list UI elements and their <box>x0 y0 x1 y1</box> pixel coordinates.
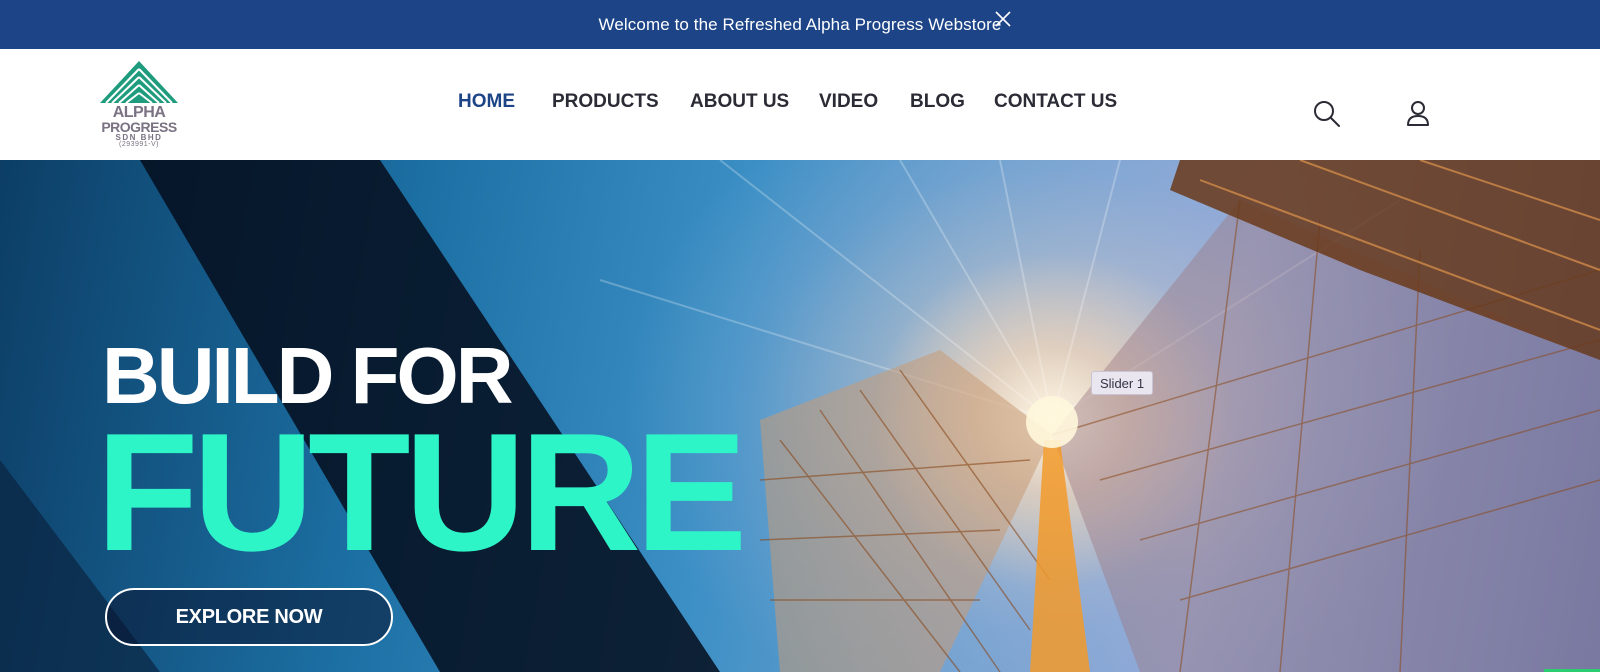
search-icon[interactable] <box>1312 99 1342 129</box>
logo-triangle-icon <box>100 61 178 104</box>
close-icon[interactable] <box>992 8 1014 30</box>
logo-line-registration: (293991-V) <box>118 141 160 148</box>
nav-video[interactable]: VIDEO <box>819 91 878 113</box>
nav-products[interactable]: PRODUCTS <box>552 91 659 113</box>
hero-headline-line2: FUTURE <box>96 398 747 586</box>
announcement-bar: Welcome to the Refreshed Alpha Progress … <box>0 0 1600 49</box>
hero-banner: BUILD FOR FUTURE EXPLORE NOW Slider 1 <box>0 160 1600 672</box>
nav-about-us[interactable]: ABOUT US <box>690 91 789 113</box>
explore-now-button[interactable]: EXPLORE NOW <box>105 588 393 646</box>
slider-label: Slider 1 <box>1091 371 1154 395</box>
site-logo[interactable]: ALPHA PROGRESS SDN BHD (293991-V) <box>96 61 182 151</box>
nav-home[interactable]: HOME <box>458 91 515 113</box>
site-header: ALPHA PROGRESS SDN BHD (293991-V) HOME P… <box>0 49 1600 160</box>
user-icon[interactable] <box>1403 99 1433 129</box>
nav-blog[interactable]: BLOG <box>910 91 965 113</box>
nav-contact-us[interactable]: CONTACT US <box>994 91 1117 113</box>
announcement-text: Welcome to the Refreshed Alpha Progress … <box>598 14 1002 34</box>
